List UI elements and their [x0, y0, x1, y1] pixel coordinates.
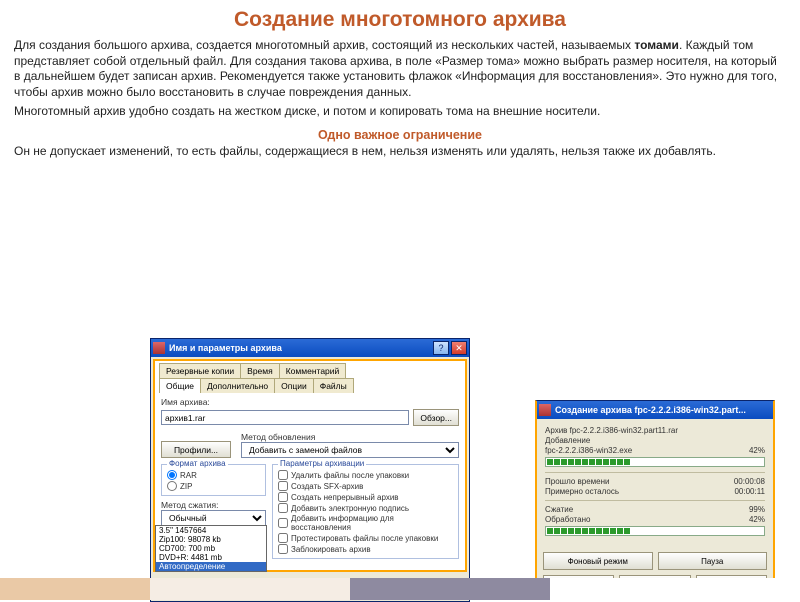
processed-label: Обработано	[545, 515, 590, 524]
subheading: Одно важное ограничение	[0, 128, 800, 142]
compression-method-label: Метод сжатия:	[161, 500, 266, 510]
footer-decoration	[0, 578, 800, 600]
app-icon	[153, 342, 165, 354]
opt-delete-after[interactable]: Удалить файлы после упаковки	[278, 470, 453, 480]
tab-advanced[interactable]: Дополнительно	[200, 378, 275, 393]
opt-solid[interactable]: Создать непрерывный архив	[278, 492, 453, 502]
profiles-button[interactable]: Профили...	[161, 441, 231, 458]
ratio-value: 99%	[749, 505, 765, 514]
progress-dialog: Создание архива fpc-2.2.2.i386-win32.par…	[535, 400, 775, 600]
browse-button[interactable]: Обзор...	[413, 409, 459, 426]
progress-current-file: fpc-2.2.2.i386-win32.exe	[545, 446, 632, 455]
tab-time[interactable]: Время	[240, 363, 280, 378]
progress-current-pct: 42%	[749, 446, 765, 455]
ratio-label: Сжатие	[545, 505, 573, 514]
dialog-panel: Имя архива: Обзор... Профили... Метод об…	[153, 393, 467, 572]
background-button[interactable]: Фоновый режим	[543, 552, 653, 570]
opt-sfx[interactable]: Создать SFX-архив	[278, 481, 453, 491]
params-group-title: Параметры архивации	[278, 459, 366, 468]
progress-bar-file	[545, 457, 765, 467]
format-zip-radio[interactable]: ZIP	[167, 481, 260, 491]
remaining-label: Примерно осталось	[545, 487, 619, 496]
close-icon[interactable]: ✕	[451, 341, 467, 355]
tab-options[interactable]: Опции	[274, 378, 314, 393]
opt-lock[interactable]: Заблокировать архив	[278, 544, 453, 554]
processed-value: 42%	[749, 515, 765, 524]
tabs-row-2: Общие Дополнительно Опции Файлы	[153, 378, 467, 393]
progress-title: Создание архива fpc-2.2.2.i386-win32.par…	[555, 405, 771, 415]
tab-comment[interactable]: Комментарий	[279, 363, 347, 378]
progress-action: Добавление	[545, 436, 590, 445]
split-size-dropdown[interactable]: 3.5" 1457664 Zip100: 98078 kb CD700: 700…	[155, 525, 267, 572]
progress-archive-name: Архив fpc-2.2.2.i386-win32.part11.rar	[545, 426, 678, 435]
params-group: Параметры архивации Удалить файлы после …	[272, 464, 459, 559]
compression-method-select[interactable]: Обычный	[161, 510, 266, 526]
paragraph-3: Он не допускает изменений, то есть файлы…	[0, 142, 800, 162]
elapsed-label: Прошло времени	[545, 477, 609, 486]
progress-titlebar[interactable]: Создание архива fpc-2.2.2.i386-win32.par…	[537, 401, 773, 419]
format-group-title: Формат архива	[167, 459, 228, 468]
paragraph-1: Для создания большого архива, создается …	[0, 36, 800, 102]
pause-button[interactable]: Пауза	[658, 552, 768, 570]
dialog-titlebar[interactable]: Имя и параметры архива ? ✕	[151, 339, 469, 357]
para1-bold: томами	[634, 38, 679, 52]
archive-dialog: Имя и параметры архива ? ✕ Резервные коп…	[150, 338, 470, 602]
remaining-value: 00:00:11	[734, 487, 765, 496]
archive-name-input[interactable]	[161, 410, 409, 425]
help-icon[interactable]: ?	[433, 341, 449, 355]
dropdown-item-selected[interactable]: Автоопределение	[156, 562, 266, 571]
dropdown-item[interactable]: CD700: 700 mb	[156, 544, 266, 553]
tab-backup[interactable]: Резервные копии	[159, 363, 241, 378]
update-method-select[interactable]: Добавить с заменой файлов	[241, 442, 459, 458]
paragraph-2: Многотомный архив удобно создать на жест…	[0, 102, 800, 122]
dropdown-item[interactable]: Zip100: 98078 kb	[156, 535, 266, 544]
app-icon	[539, 404, 551, 416]
tabs-row-1: Резервные копии Время Комментарий	[153, 359, 467, 378]
dropdown-item[interactable]: DVD+R: 4481 mb	[156, 553, 266, 562]
tab-files[interactable]: Файлы	[313, 378, 354, 393]
opt-recovery[interactable]: Добавить информацию для восстановления	[278, 514, 453, 532]
format-rar-radio[interactable]: RAR	[167, 470, 260, 480]
progress-bar-total	[545, 526, 765, 536]
dropdown-item[interactable]: 3.5" 1457664	[156, 526, 266, 535]
opt-signature[interactable]: Добавить электронную подпись	[278, 503, 453, 513]
para1-a: Для создания большого архива, создается …	[14, 38, 634, 52]
dialog-title: Имя и параметры архива	[169, 343, 431, 353]
archive-name-label: Имя архива:	[161, 397, 459, 407]
update-method-label: Метод обновления	[241, 432, 459, 442]
opt-test-after[interactable]: Протестировать файлы после упаковки	[278, 533, 453, 543]
tab-general[interactable]: Общие	[159, 378, 201, 393]
elapsed-value: 00:00:08	[734, 477, 765, 486]
slide-title: Создание многотомного архива	[0, 0, 800, 36]
format-group: Формат архива RAR ZIP	[161, 464, 266, 496]
